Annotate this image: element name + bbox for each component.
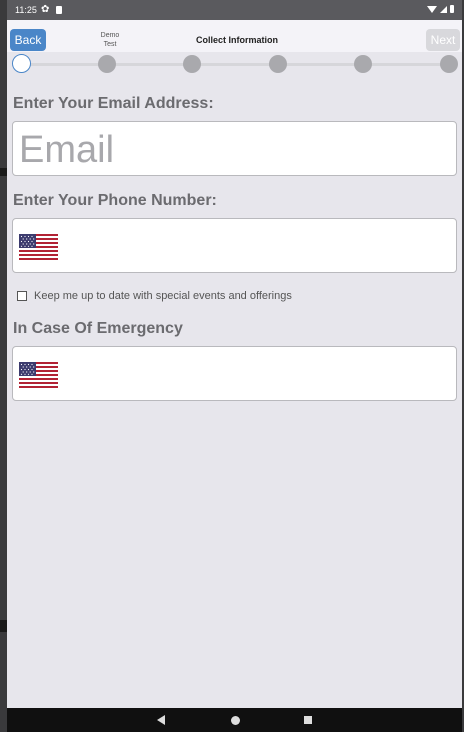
step-dot-4 — [269, 55, 287, 73]
opt-in-checkbox[interactable] — [17, 291, 27, 301]
step-dot-1 — [12, 54, 31, 73]
status-time: 11:25 — [15, 5, 37, 15]
email-field[interactable] — [13, 122, 456, 175]
back-button[interactable]: Back — [10, 29, 46, 51]
app-screen: 11:25 ✿ Back Demo Test Collect Informati… — [7, 0, 462, 732]
nav-home-icon[interactable] — [231, 716, 240, 725]
signal-icon — [440, 5, 447, 13]
nav-header: Back Demo Test Collect Information Next — [7, 20, 462, 52]
us-flag-icon[interactable] — [19, 234, 58, 260]
gear-icon: ✿ — [41, 4, 50, 15]
battery-icon — [450, 5, 454, 13]
phone-field-box — [12, 218, 457, 274]
emergency-phone-field[interactable] — [65, 347, 454, 402]
stepper-track — [19, 63, 451, 66]
system-nav-bar — [7, 708, 462, 732]
bezel-mark — [0, 168, 7, 176]
phone-field[interactable] — [65, 219, 454, 274]
emergency-label: In Case Of Emergency — [13, 320, 183, 337]
bezel-mark — [0, 620, 7, 632]
wifi-icon — [427, 5, 437, 13]
phone-label: Enter Your Phone Number: — [13, 192, 217, 209]
demo-label-line2: Test — [103, 41, 117, 48]
page-title: Collect Information — [195, 35, 278, 45]
email-field-box — [12, 121, 457, 176]
step-dot-5 — [354, 55, 372, 73]
status-icons — [427, 5, 454, 13]
step-dot-3 — [183, 55, 201, 73]
email-label: Enter Your Email Address: — [13, 95, 214, 112]
status-bar: 11:25 ✿ — [7, 0, 462, 20]
demo-label: Demo Test — [95, 31, 125, 49]
step-dot-2 — [98, 55, 116, 73]
sd-card-icon — [56, 6, 62, 14]
nav-back-icon[interactable] — [157, 715, 165, 725]
nav-recents-icon[interactable] — [304, 716, 312, 724]
demo-label-line1: Demo — [100, 32, 120, 39]
progress-stepper — [7, 52, 462, 76]
step-dot-6 — [440, 55, 458, 73]
opt-in-row[interactable]: Keep me up to date with special events a… — [17, 290, 292, 302]
next-button[interactable]: Next — [426, 29, 460, 51]
opt-in-label[interactable]: Keep me up to date with special events a… — [34, 290, 292, 302]
emergency-field-box — [12, 346, 457, 402]
us-flag-icon[interactable] — [19, 362, 58, 388]
